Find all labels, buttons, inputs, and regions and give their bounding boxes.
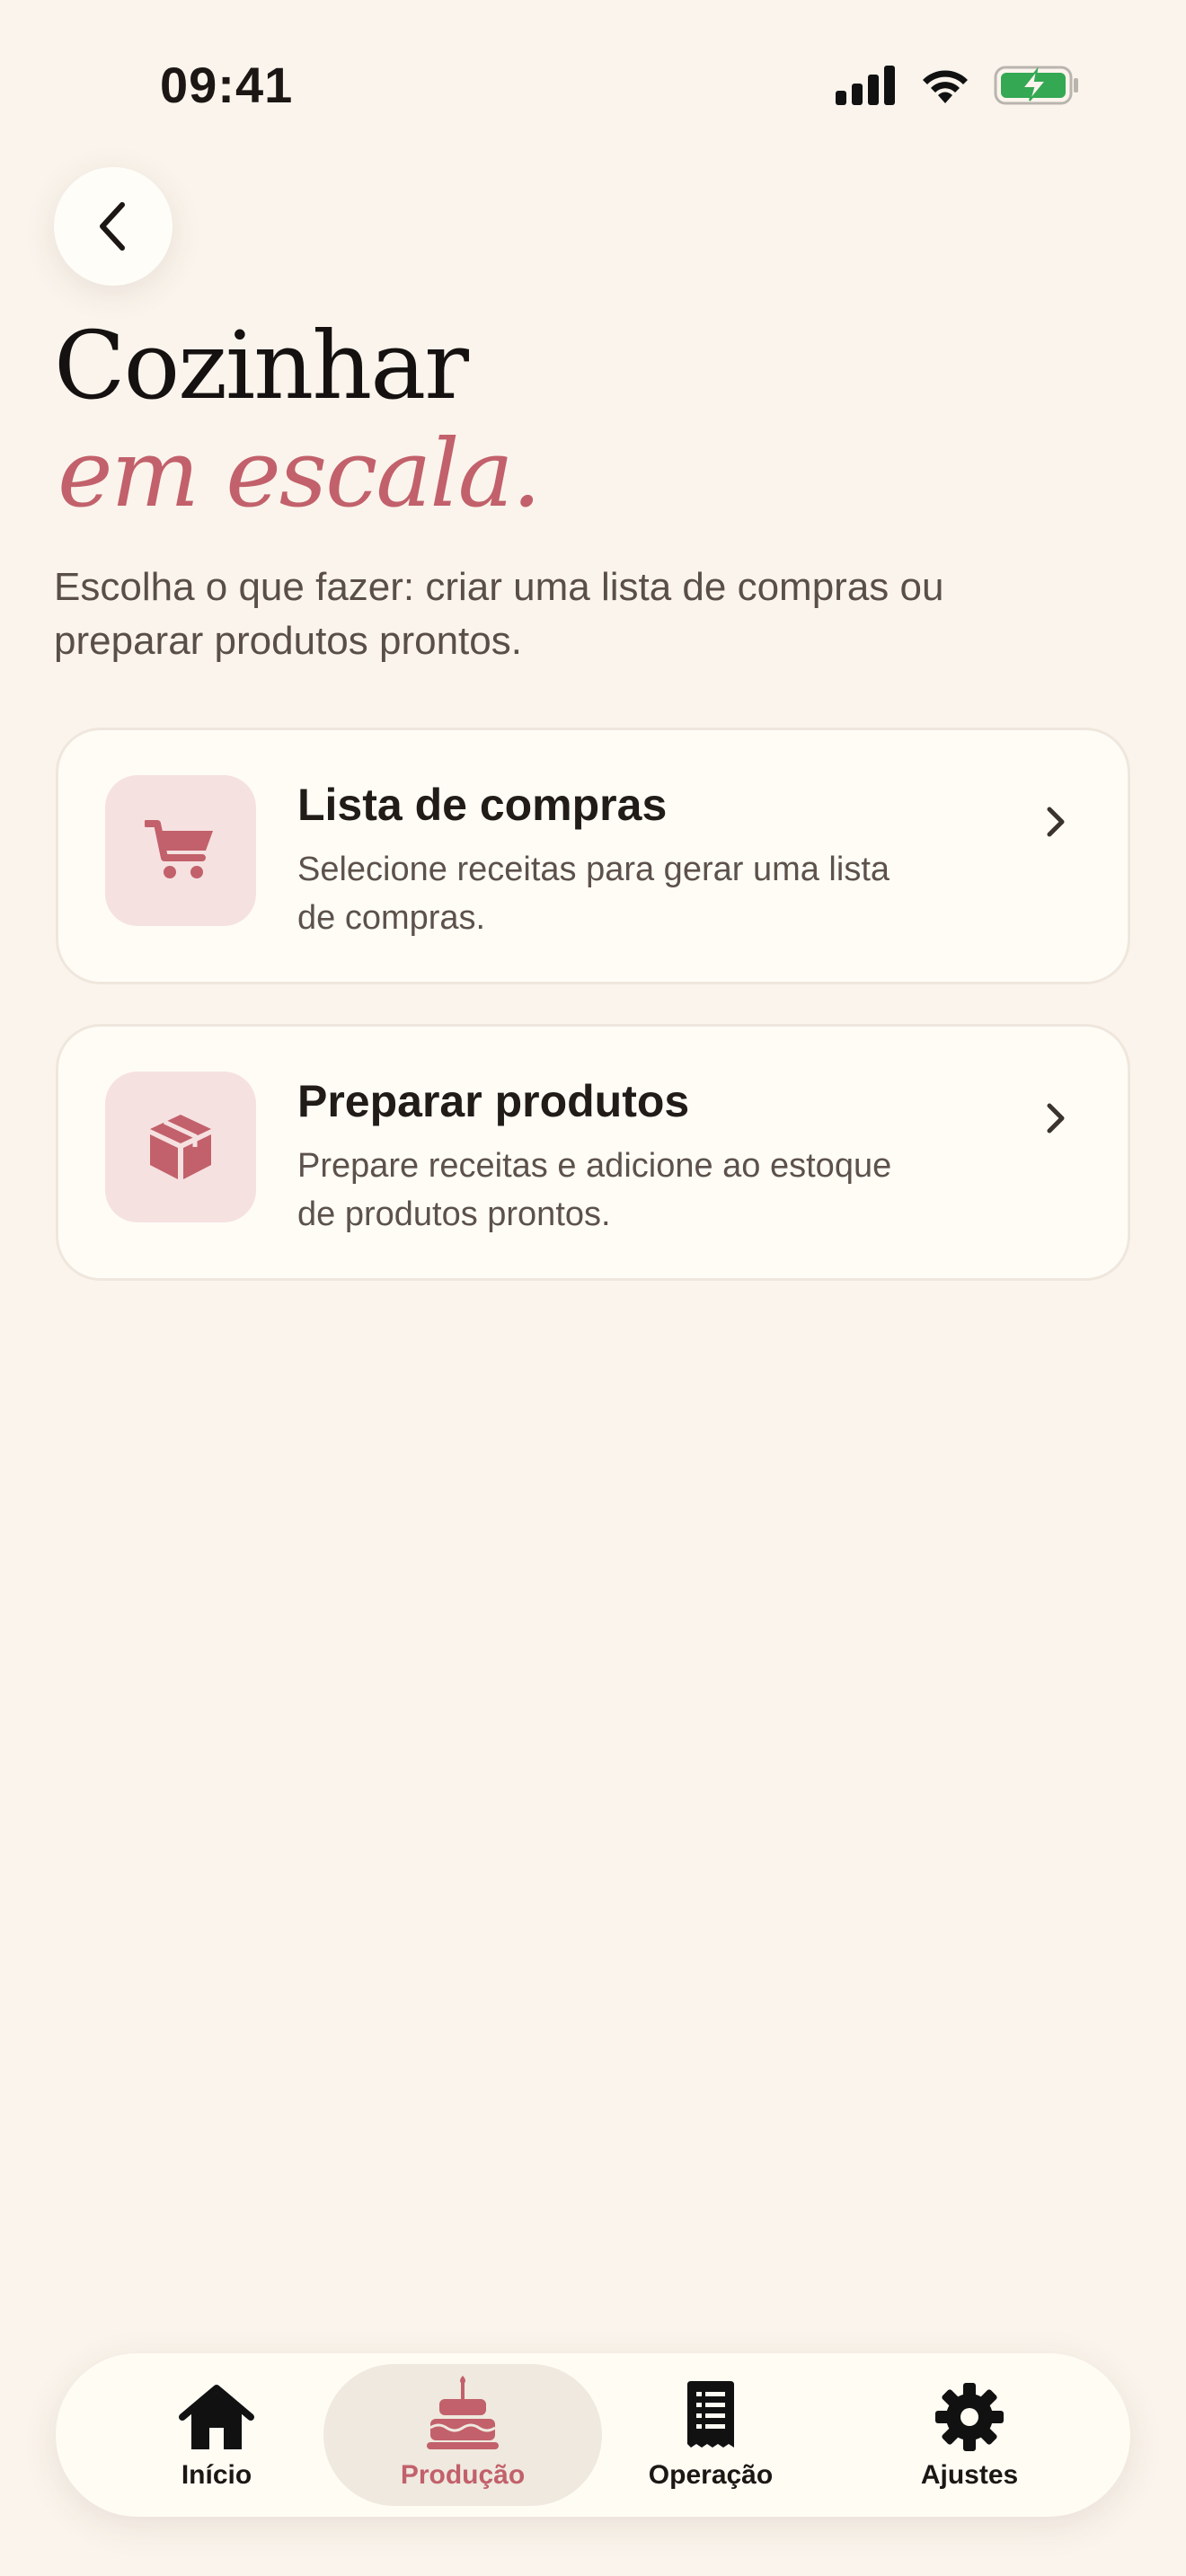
tab-operacao[interactable]: Operação [571,2364,850,2506]
back-button[interactable] [54,167,173,286]
option-card-prepare-products[interactable]: Preparar produtos Prepare receitas e adi… [56,1024,1130,1281]
status-time: 09:41 [160,57,294,113]
page-description: Escolha o que fazer: criar uma lista de … [54,565,944,663]
page-title: Cozinhar [54,311,469,420]
cart-icon [145,820,213,878]
tab-label: Início [181,2460,252,2490]
page-subtitle: em escala. [58,419,542,528]
option-title: Lista de compras [297,780,668,830]
tab-label: Produção [400,2460,526,2490]
tab-ajustes[interactable]: Ajustes [830,2364,1109,2506]
gear-icon [935,2383,1004,2451]
option-icon-tile [105,775,256,926]
option-icon-tile [105,1072,256,1222]
tab-label: Operação [648,2460,774,2490]
chevron-left-icon [100,202,125,251]
option-description: Selecione receitas para gerar uma lista … [297,851,890,937]
chevron-right-icon [1038,1091,1074,1145]
option-title: Preparar produtos [297,1076,690,1126]
option-description: Prepare receitas e adicione ao estoque d… [297,1147,892,1233]
home-icon [179,2385,254,2449]
cake-icon [427,2376,499,2449]
battery-icon [994,66,1078,105]
status-bar: 09:41 [0,0,1186,171]
tab-label: Ajustes [920,2460,1019,2490]
chevron-right-icon [1038,795,1074,849]
status-icons [836,65,1080,106]
wifi-icon [923,70,968,103]
tab-inicio[interactable]: Início [77,2364,356,2506]
signal-icon [836,66,895,105]
tab-producao[interactable]: Produção [323,2364,602,2506]
receipt-icon [687,2381,734,2448]
tab-bar: Início Produção Operação Ajustes [56,2353,1130,2517]
box-icon [150,1115,211,1179]
option-card-shopping-list[interactable]: Lista de compras Selecione receitas para… [56,728,1130,984]
